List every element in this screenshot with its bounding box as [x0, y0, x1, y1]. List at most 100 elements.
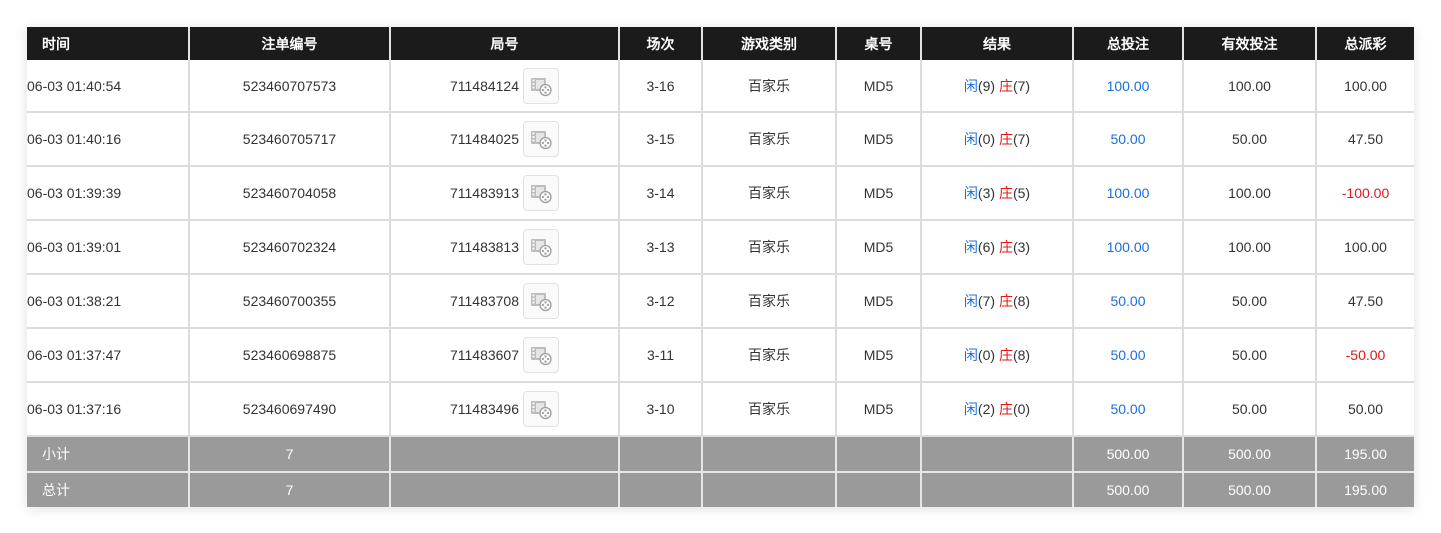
subtotal-label: 小计 [27, 436, 189, 473]
result-player-label: 闲 [963, 347, 978, 363]
subtotal-total-bet: 500.00 [1072, 436, 1183, 473]
grandtotal-payout: 195.00 [1315, 472, 1414, 507]
cell-round: 711484025 [389, 112, 619, 167]
cell-bet-number: 523460707573 [188, 60, 390, 113]
film-video-icon[interactable] [523, 283, 560, 319]
col-header-shoe: 场次 [618, 27, 702, 60]
cell-payout: 47.50 [1315, 112, 1414, 167]
cell-round: 711483708 [389, 274, 619, 329]
cell-shoe: 3-14 [618, 166, 702, 221]
table-row: 06-03 01:39:01 523460702324 711483813 3-… [27, 220, 1414, 275]
cell-shoe: 3-10 [618, 382, 702, 437]
round-number: 711483913 [449, 185, 520, 201]
table-header-row: 时间 注单编号 局号 场次 游戏类别 桌号 结果 总投注 有效投注 总派彩 [27, 27, 1414, 60]
result-player-label: 闲 [963, 293, 978, 309]
cell-bet-number: 523460705717 [188, 112, 390, 167]
table-row: 06-03 01:40:54 523460707573 711484124 3-… [27, 60, 1414, 113]
col-header-valid-bet: 有效投注 [1182, 27, 1316, 60]
cell-total-bet[interactable]: 100.00 [1072, 166, 1183, 221]
result-player-label: 闲 [963, 131, 978, 147]
cell-bet-number: 523460698875 [188, 328, 390, 383]
cell-valid-bet: 50.00 [1182, 112, 1316, 167]
cell-bet-number: 523460704058 [188, 166, 390, 221]
cell-shoe: 3-16 [618, 60, 702, 113]
grandtotal-label: 总计 [27, 472, 189, 507]
col-header-game-type: 游戏类别 [701, 27, 836, 60]
cell-result: 闲(7) 庄(8) [920, 274, 1073, 329]
grandtotal-count: 7 [188, 472, 390, 507]
cell-total-bet[interactable]: 100.00 [1072, 60, 1183, 113]
cell-total-bet[interactable]: 50.00 [1072, 112, 1183, 167]
cell-round: 711483913 [389, 166, 619, 221]
cell-total-bet[interactable]: 50.00 [1072, 382, 1183, 437]
round-number: 711483708 [449, 293, 520, 309]
cell-game-type: 百家乐 [701, 382, 836, 437]
cell-bet-number: 523460697490 [188, 382, 390, 437]
subtotal-payout: 195.00 [1315, 436, 1414, 473]
film-video-icon[interactable] [523, 67, 560, 104]
cell-time: 06-03 01:40:54 [27, 60, 189, 113]
cell-table: MD5 [835, 60, 921, 113]
film-video-icon[interactable] [523, 121, 560, 157]
cell-result: 闲(9) 庄(7) [920, 60, 1073, 113]
cell-table: MD5 [835, 328, 921, 383]
result-banker-label: 庄 [998, 77, 1013, 94]
result-banker-label: 庄 [998, 347, 1013, 363]
cell-table: MD5 [835, 382, 921, 437]
col-header-round: 局号 [389, 27, 619, 60]
cell-round: 711484124 [389, 60, 619, 113]
film-video-icon[interactable] [523, 391, 560, 427]
cell-payout: 50.00 [1315, 382, 1414, 437]
result-banker-value: (7) [1012, 77, 1031, 94]
result-banker-label: 庄 [998, 293, 1013, 309]
table-row: 06-03 01:39:39 523460704058 711483913 3-… [27, 166, 1414, 221]
cell-valid-bet: 50.00 [1182, 328, 1316, 383]
result-player-value: (0) [977, 131, 996, 147]
round-number: 711483496 [449, 401, 520, 417]
cell-result: 闲(0) 庄(7) [920, 112, 1073, 167]
film-video-icon[interactable] [523, 229, 560, 265]
result-banker-label: 庄 [998, 131, 1013, 147]
cell-table: MD5 [835, 274, 921, 329]
cell-payout: -50.00 [1315, 328, 1414, 383]
result-banker-value: (3) [1012, 239, 1031, 255]
table-row: 06-03 01:37:47 523460698875 711483607 3-… [27, 328, 1414, 383]
cell-total-bet[interactable]: 100.00 [1072, 220, 1183, 275]
grandtotal-total-bet: 500.00 [1072, 472, 1183, 507]
cell-game-type: 百家乐 [701, 220, 836, 275]
cell-total-bet[interactable]: 50.00 [1072, 328, 1183, 383]
cell-payout: 100.00 [1315, 60, 1414, 113]
result-player-value: (6) [977, 239, 996, 255]
cell-total-bet[interactable]: 50.00 [1072, 274, 1183, 329]
grandtotal-valid-bet: 500.00 [1182, 472, 1316, 507]
col-header-total-bet: 总投注 [1072, 27, 1183, 60]
cell-payout: -100.00 [1315, 166, 1414, 221]
film-video-icon[interactable] [523, 337, 560, 373]
cell-table: MD5 [835, 220, 921, 275]
result-banker-value: (0) [1012, 401, 1031, 417]
round-number: 711484025 [449, 131, 520, 147]
subtotal-count: 7 [188, 436, 390, 473]
round-number: 711483813 [449, 239, 520, 255]
table-row: 06-03 01:40:16 523460705717 711484025 3-… [27, 112, 1414, 167]
grandtotal-row: 总计 7 500.00 500.00 195.00 [27, 472, 1414, 507]
result-player-value: (9) [977, 77, 996, 94]
cell-shoe: 3-15 [618, 112, 702, 167]
result-player-label: 闲 [963, 77, 978, 94]
cell-time: 06-03 01:39:39 [27, 166, 189, 221]
cell-payout: 100.00 [1315, 220, 1414, 275]
round-number: 711483607 [449, 347, 520, 363]
bet-records-panel: 时间 注单编号 局号 场次 游戏类别 桌号 结果 总投注 有效投注 总派彩 06… [27, 27, 1414, 507]
cell-shoe: 3-11 [618, 328, 702, 383]
cell-bet-number: 523460702324 [188, 220, 390, 275]
cell-result: 闲(2) 庄(0) [920, 382, 1073, 437]
film-video-icon[interactable] [523, 175, 560, 211]
cell-time: 06-03 01:38:21 [27, 274, 189, 329]
result-player-label: 闲 [963, 401, 978, 417]
cell-valid-bet: 50.00 [1182, 274, 1316, 329]
cell-shoe: 3-12 [618, 274, 702, 329]
col-header-time: 时间 [27, 27, 189, 60]
result-player-label: 闲 [963, 239, 978, 255]
cell-time: 06-03 01:40:16 [27, 112, 189, 167]
round-number: 711484124 [449, 77, 520, 94]
